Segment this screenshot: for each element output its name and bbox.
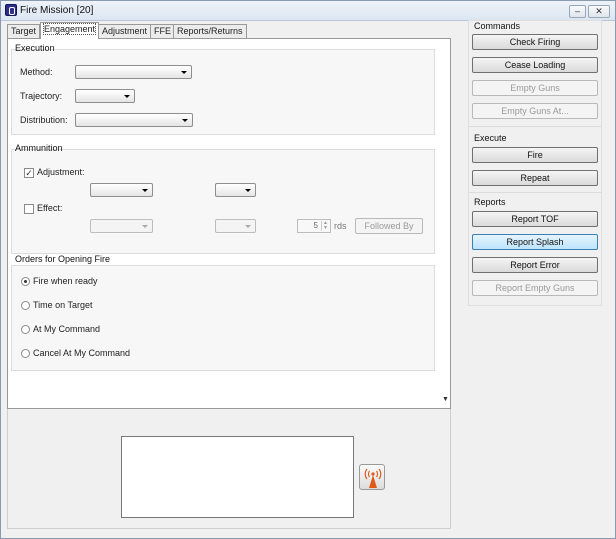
adjustment-checkbox[interactable]: ✓	[24, 168, 34, 178]
check-firing-button[interactable]: Check Firing	[472, 34, 598, 50]
tab-ffe[interactable]: FFE	[150, 24, 175, 38]
trajectory-select[interactable]	[75, 89, 135, 103]
fire-mission-window: Fire Mission [20] – ✕ Target Engagement …	[0, 0, 616, 539]
option-time-on-target: Time on Target	[33, 300, 93, 310]
tab-target[interactable]: Target	[7, 24, 41, 38]
ammunition-title: Ammunition	[15, 143, 63, 153]
empty-guns-at-button[interactable]: Empty Guns At...	[472, 103, 598, 119]
cease-loading-button[interactable]: Cease Loading	[472, 57, 598, 73]
execute-title: Execute	[474, 133, 507, 143]
option-cancel-at-my-command: Cancel At My Command	[33, 348, 131, 358]
engagement-panel: Execution Method: Trajectory: Distributi…	[7, 38, 451, 409]
execute-divider	[469, 192, 601, 193]
repeat-button[interactable]: Repeat	[472, 170, 598, 186]
window-title: Fire Mission [20]	[20, 5, 94, 16]
execution-title: Execution	[15, 43, 55, 53]
adjustment-label: Adjustment:	[37, 167, 85, 177]
followed-by-button[interactable]: Followed By	[355, 218, 423, 234]
effect-fuze-select[interactable]	[215, 219, 256, 233]
empty-guns-button[interactable]: Empty Guns	[472, 80, 598, 96]
option-at-my-command: At My Command	[33, 324, 101, 334]
scroll-down-arrow-icon[interactable]: ▼	[442, 396, 449, 403]
report-splash-button[interactable]: Report Splash	[472, 234, 598, 250]
report-tof-button[interactable]: Report TOF	[472, 211, 598, 227]
chevron-down-icon	[142, 225, 148, 228]
chevron-down-icon	[142, 189, 148, 192]
orders-title: Orders for Opening Fire	[15, 254, 111, 264]
close-button[interactable]: ✕	[588, 5, 610, 18]
rounds-unit: rds	[334, 221, 347, 231]
distribution-label: Distribution:	[20, 115, 68, 125]
title-bar: Fire Mission [20] – ✕	[1, 1, 615, 21]
radio-cancel-at-my-command[interactable]	[21, 349, 30, 358]
effect-ammo-select[interactable]	[90, 219, 153, 233]
effect-label: Effect:	[37, 203, 63, 213]
chevron-down-icon	[124, 95, 130, 98]
tab-label: Adjustment	[102, 26, 148, 36]
option-fire-when-ready: Fire when ready	[33, 276, 98, 286]
tab-label: Engagement	[42, 23, 97, 35]
report-error-button[interactable]: Report Error	[472, 257, 598, 273]
rounds-value: 5	[313, 221, 318, 230]
radio-transmit-button[interactable]	[359, 464, 385, 490]
minimize-button[interactable]: –	[569, 5, 586, 18]
commands-divider	[469, 126, 601, 127]
rounds-stepper[interactable]: 5 ▲ ▼	[297, 219, 331, 233]
chevron-down-icon	[182, 119, 188, 122]
radio-at-my-command[interactable]	[21, 325, 30, 334]
adjustment-ammo-select[interactable]	[90, 183, 153, 197]
tab-engagement[interactable]: Engagement	[40, 22, 100, 39]
tab-reports-returns[interactable]: Reports/Returns	[173, 24, 247, 38]
adjustment-fuze-select[interactable]	[215, 183, 256, 197]
radio-fire-when-ready[interactable]	[21, 277, 30, 286]
chevron-down-icon	[245, 225, 251, 228]
tab-label: Reports/Returns	[177, 26, 243, 36]
spin-arrows-icon[interactable]: ▲ ▼	[321, 221, 329, 231]
tab-adjustment[interactable]: Adjustment	[98, 24, 152, 38]
method-label: Method:	[20, 67, 53, 77]
chevron-down-icon	[245, 189, 251, 192]
chevron-down-icon	[181, 71, 187, 74]
radio-transmitter-icon	[364, 468, 382, 488]
method-select[interactable]	[75, 65, 192, 79]
effect-checkbox[interactable]	[24, 204, 34, 214]
tab-label: Target	[11, 26, 37, 36]
ammunition-section	[11, 149, 435, 254]
trajectory-label: Trajectory:	[20, 91, 63, 101]
tab-label: FFE	[154, 26, 171, 36]
distribution-select[interactable]	[75, 113, 193, 127]
fire-mission-app-icon	[5, 4, 17, 16]
reports-title: Reports	[474, 197, 506, 207]
radio-time-on-target[interactable]	[21, 301, 30, 310]
fire-button[interactable]: Fire	[472, 147, 598, 163]
message-box	[121, 436, 354, 518]
report-empty-guns-button[interactable]: Report Empty Guns	[472, 280, 598, 296]
commands-title: Commands	[474, 21, 521, 31]
